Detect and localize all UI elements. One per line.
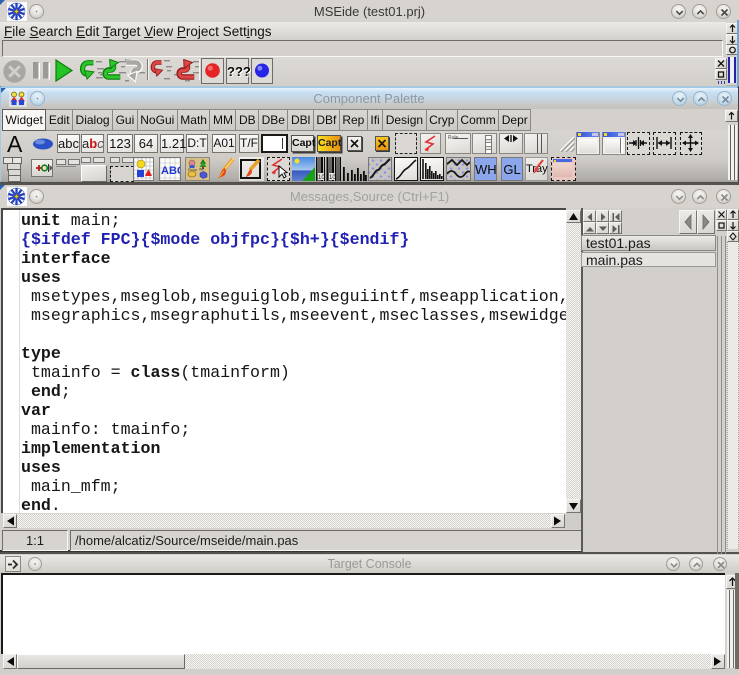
svg-text:10: 10 <box>329 175 336 181</box>
svg-text:10: 10 <box>318 175 325 181</box>
svg-text:ABC: ABC <box>161 165 180 177</box>
svg-text:Pictur: Pictur <box>188 168 198 172</box>
svg-text:Wil: Wil <box>199 168 204 172</box>
